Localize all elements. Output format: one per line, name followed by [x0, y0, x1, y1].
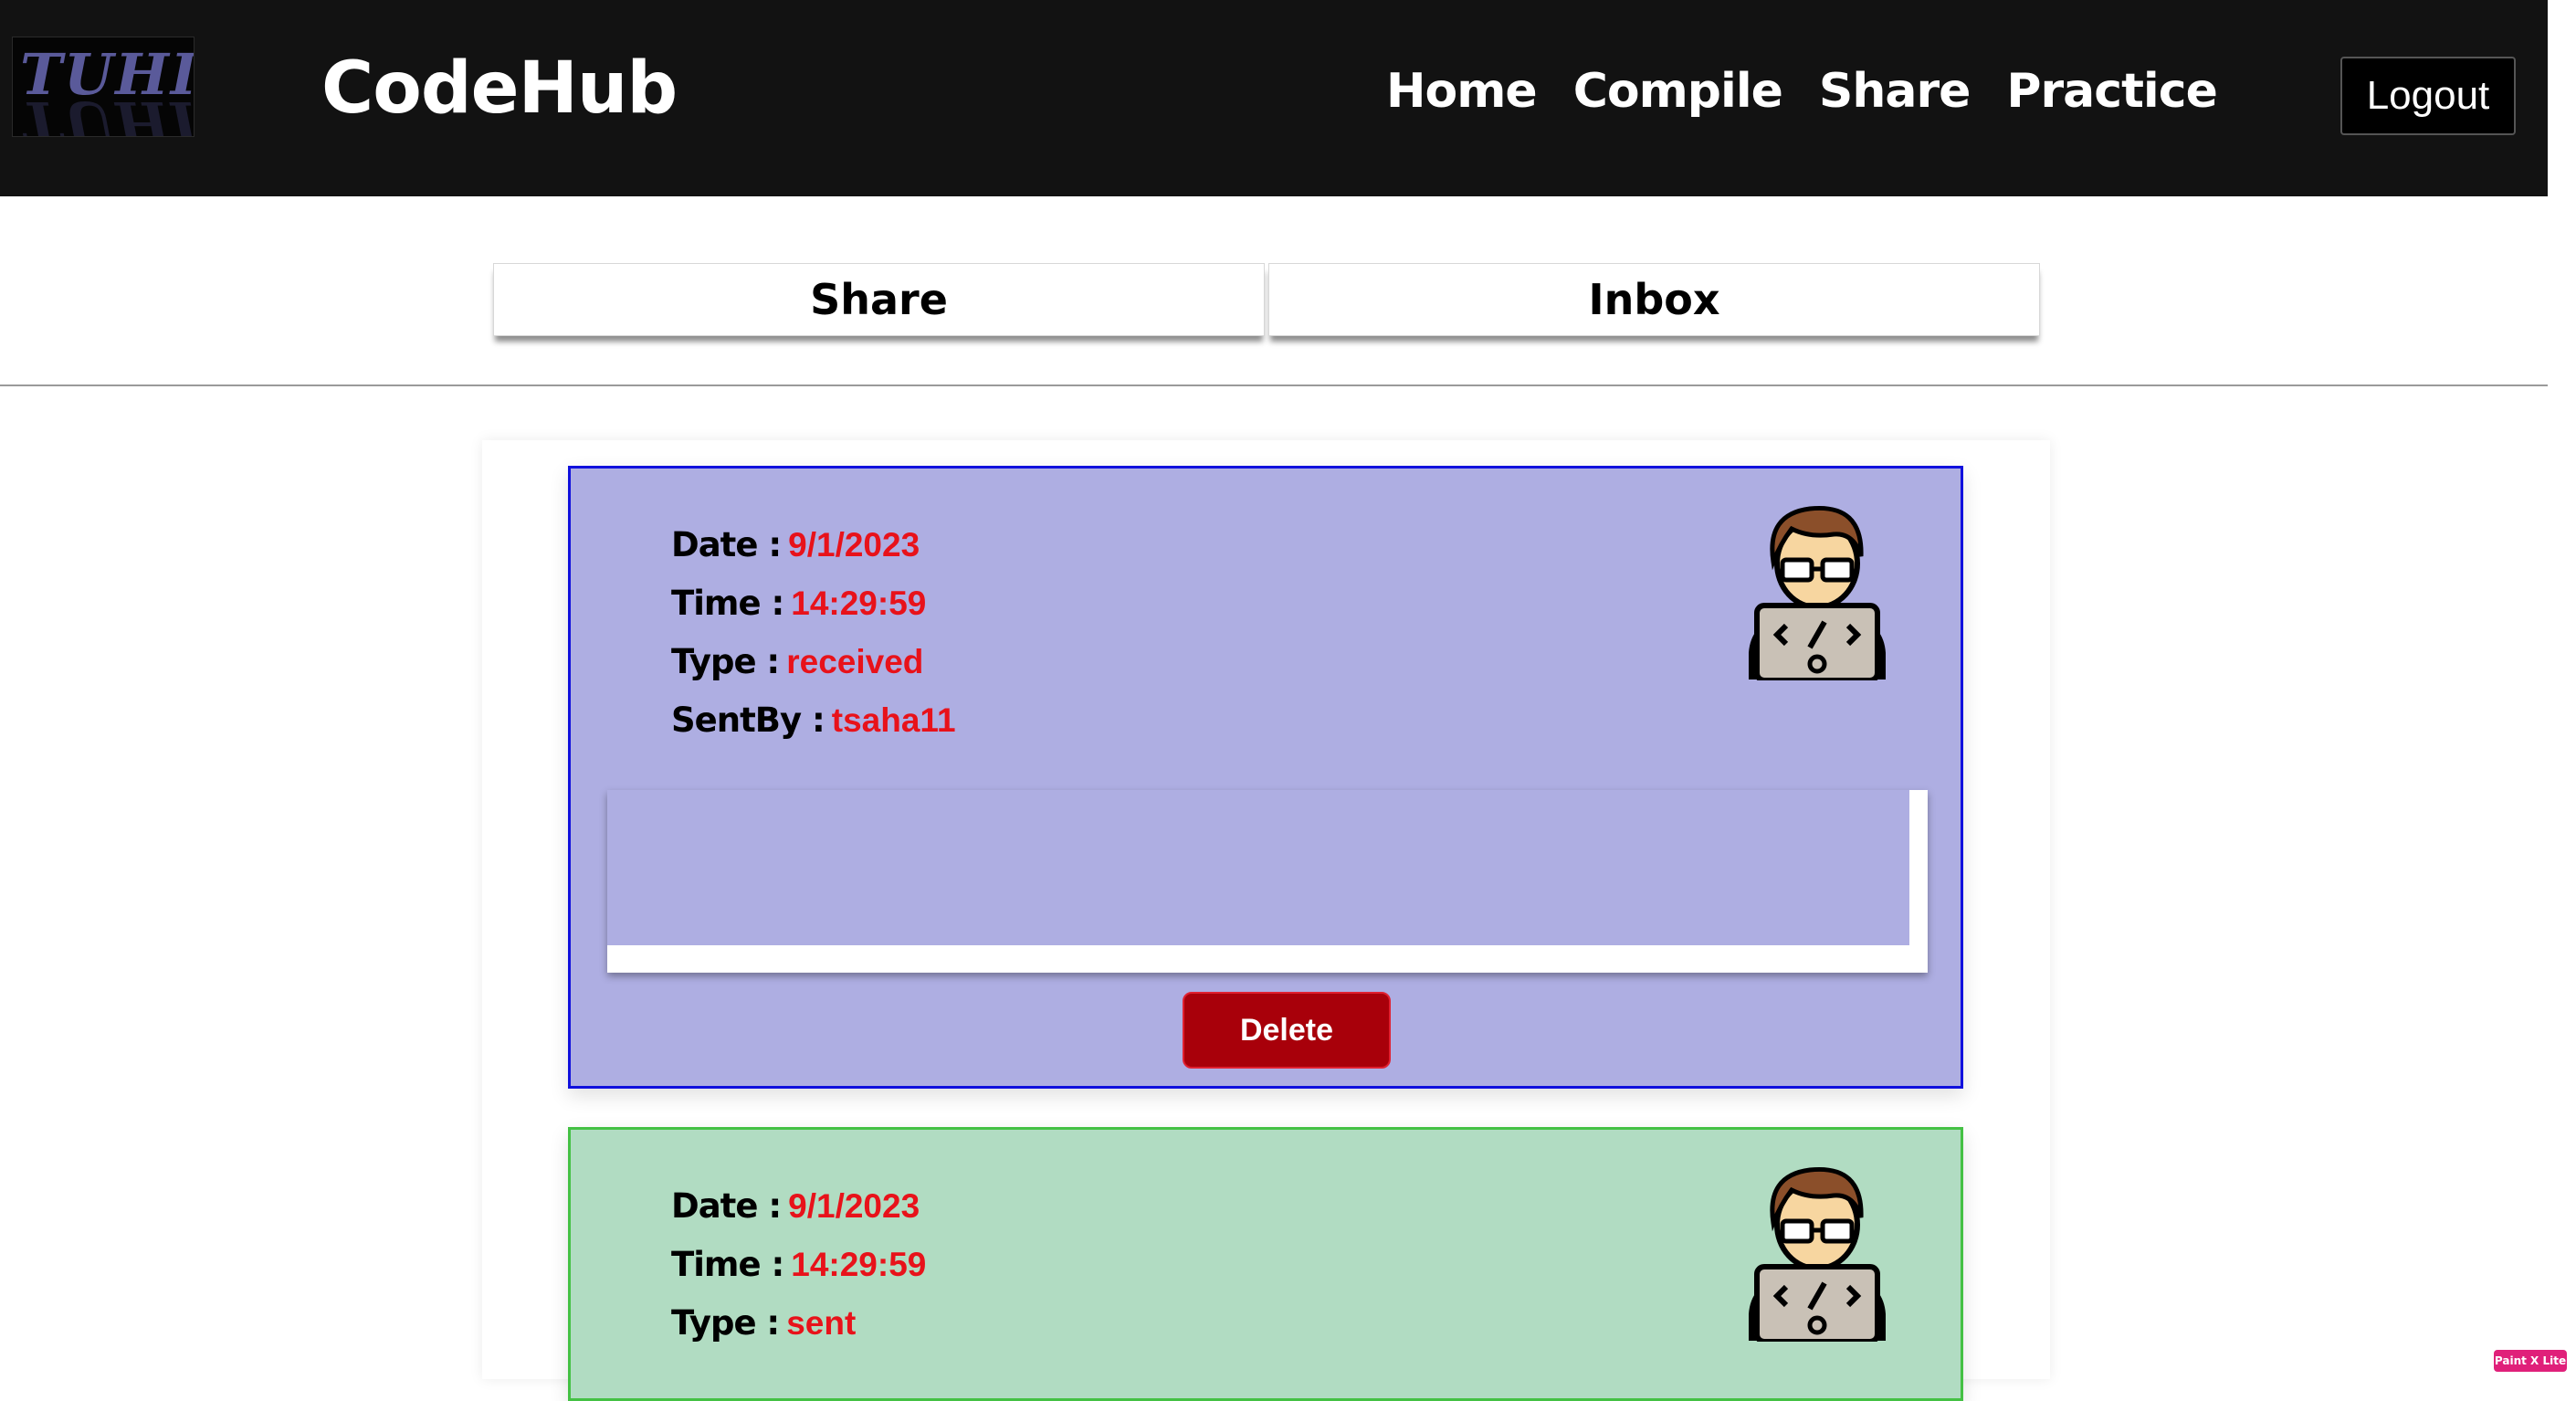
divider	[0, 384, 2548, 386]
message-info: Date :9/1/2023 Time :14:29:59 Type : rece…	[671, 516, 956, 750]
time-value: 14:29:59	[791, 585, 927, 622]
main-nav: Home Compile Share Practice	[1386, 64, 2218, 119]
message-card-sent: Date :9/1/2023 Time :14:29:59 Type : sent	[568, 1127, 1963, 1401]
sent-by-value: tsaha11	[831, 701, 956, 739]
type-value: sent	[786, 1304, 857, 1342]
time-row: Time :14:29:59	[671, 1236, 926, 1294]
type-label: Type :	[671, 642, 780, 681]
sent-by-row: SentBy : tsaha11	[671, 691, 956, 750]
date-label: Date :	[671, 525, 782, 564]
date-label: Date :	[671, 1186, 782, 1226]
code-preview-area[interactable]	[607, 790, 1909, 945]
logout-button[interactable]: Logout	[2340, 57, 2516, 135]
type-row: Type : received	[671, 633, 956, 691]
nav-practice-link[interactable]: Practice	[2006, 64, 2217, 119]
developer-avatar-icon	[1749, 505, 1886, 680]
time-label: Time :	[671, 1245, 784, 1284]
time-value: 14:29:59	[791, 1246, 927, 1283]
top-navbar: TUHIN TUHIN CodeHub Home Compile Share P…	[0, 0, 2548, 196]
brand-title[interactable]: CodeHub	[321, 47, 678, 130]
developer-avatar-icon	[1749, 1166, 1886, 1342]
delete-button[interactable]: Delete	[1183, 992, 1391, 1069]
tab-share[interactable]: Share	[493, 263, 1265, 336]
date-value: 9/1/2023	[788, 1187, 920, 1225]
tab-inbox[interactable]: Inbox	[1268, 263, 2040, 336]
type-value: received	[786, 643, 924, 680]
time-label: Time :	[671, 584, 784, 623]
nav-share-link[interactable]: Share	[1819, 64, 1971, 119]
logo-reflection: TUHIN	[20, 89, 194, 137]
date-row: Date :9/1/2023	[671, 1177, 926, 1236]
paint-x-lite-badge: Paint X Lite	[2494, 1350, 2567, 1372]
time-row: Time :14:29:59	[671, 574, 956, 633]
type-row: Type : sent	[671, 1294, 926, 1353]
message-card-received: Date :9/1/2023 Time :14:29:59 Type : rece…	[568, 466, 1963, 1089]
date-row: Date :9/1/2023	[671, 516, 956, 574]
nav-home-link[interactable]: Home	[1386, 64, 1538, 119]
message-info: Date :9/1/2023 Time :14:29:59 Type : sent	[671, 1177, 926, 1353]
date-value: 9/1/2023	[788, 526, 920, 564]
sent-by-label: SentBy :	[671, 700, 825, 740]
type-label: Type :	[671, 1303, 780, 1343]
code-preview-box[interactable]	[607, 790, 1928, 973]
site-logo[interactable]: TUHIN TUHIN	[12, 37, 195, 137]
nav-compile-link[interactable]: Compile	[1573, 64, 1783, 119]
